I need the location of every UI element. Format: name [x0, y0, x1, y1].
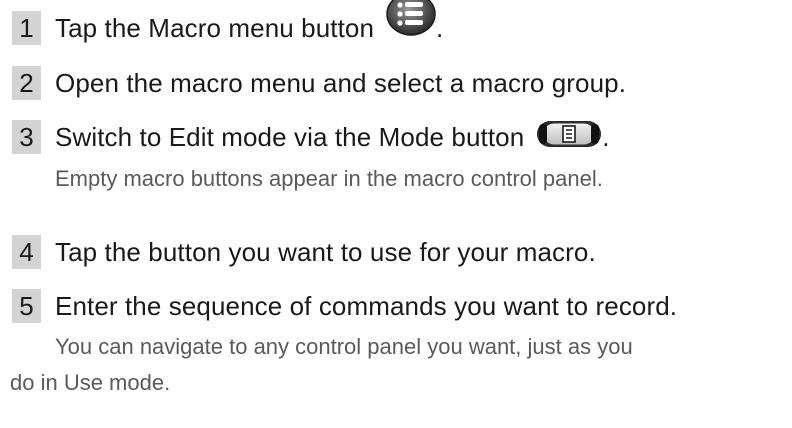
step-1-text: Tap the Macro menu button — [55, 12, 375, 43]
step-5-text: Enter the sequence of commands you want … — [55, 290, 678, 321]
step-1-suffix: . — [436, 12, 444, 43]
step-number: 1 — [12, 11, 41, 45]
step-number: 5 — [12, 289, 41, 323]
step-4: 4 Tap the button you want to use for you… — [12, 234, 596, 270]
step-1: 1 Tap the Macro menu button . — [12, 0, 444, 46]
step-text: Tap the Macro menu button . — [55, 0, 444, 44]
step-3-note: Empty macro buttons appear in the macro … — [55, 166, 603, 191]
step-5: 5 Enter the sequence of commands you wan… — [12, 288, 677, 324]
step-2-text: Open the macro menu and select a macro g… — [55, 67, 627, 98]
step-4-text: Tap the button you want to use for your … — [55, 236, 596, 267]
step-text: Switch to Edit mode via the Mode button — [55, 119, 610, 156]
step-number: 4 — [12, 235, 41, 269]
step-3: 3 Switch to Edit mode via the Mode butto… — [12, 119, 610, 155]
step-number: 2 — [12, 66, 41, 100]
step-3-suffix: . — [602, 121, 610, 152]
step-5-note-line-1: You can navigate to any control panel yo… — [55, 334, 633, 359]
mode-button-icon — [536, 119, 602, 156]
step-2: 2 Open the macro menu and select a macro… — [12, 65, 626, 101]
step-number: 3 — [12, 120, 41, 154]
step-3-text: Switch to Edit mode via the Mode button — [55, 121, 525, 152]
macro-menu-icon — [386, 0, 436, 43]
step-5-note-line-2: do in Use mode. — [10, 370, 171, 395]
